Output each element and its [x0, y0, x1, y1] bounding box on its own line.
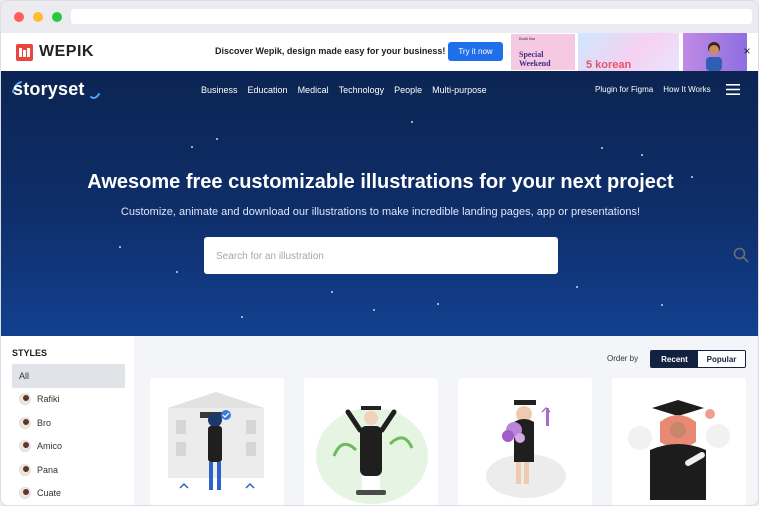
- bro-avatar-icon: [19, 416, 31, 429]
- ad-banner-bar: WEPIK Discover Wepik, design made easy f…: [1, 33, 758, 71]
- hamburger-menu-icon[interactable]: [726, 84, 740, 95]
- ad-card-small-label: Build Bar: [519, 36, 536, 41]
- browser-window: WEPIK Discover Wepik, design made easy f…: [0, 0, 759, 506]
- star-decoration: [331, 291, 333, 293]
- search-box: [204, 237, 749, 274]
- main-nav: Business Education Medical Technology Pe…: [201, 85, 487, 95]
- order-recent-button[interactable]: Recent: [651, 351, 698, 367]
- wepik-logo-icon: [16, 43, 33, 61]
- graduate-celebrating-illustration-icon: [316, 406, 428, 504]
- nav-item-multi-purpose[interactable]: Multi-purpose: [432, 85, 487, 95]
- style-item-label: Cuate: [37, 488, 62, 499]
- ad-card-korean: 5 korean: [578, 33, 679, 71]
- illustration-card[interactable]: [304, 378, 438, 505]
- star-decoration: [176, 271, 178, 273]
- style-list: All Rafiki Bro Amico Pana Cuate: [12, 364, 125, 505]
- amico-avatar-icon: [19, 440, 31, 453]
- style-item-label: Pana: [37, 464, 59, 475]
- styles-heading: STYLES: [12, 348, 48, 358]
- style-item-all[interactable]: All: [12, 364, 125, 388]
- wepik-logo[interactable]: WEPIK: [16, 43, 94, 61]
- style-item-pana[interactable]: Pana: [12, 458, 125, 482]
- pana-avatar-icon: [19, 463, 31, 476]
- graduate-building-illustration-icon: [168, 392, 264, 490]
- style-item-label: Rafiki: [37, 394, 60, 405]
- illustration-card[interactable]: [612, 378, 746, 505]
- style-item-amico[interactable]: Amico: [12, 435, 125, 459]
- nav-item-medical[interactable]: Medical: [298, 85, 329, 95]
- hero-subtitle: Customize, animate and download our illu…: [120, 206, 641, 218]
- search-input[interactable]: [216, 247, 516, 265]
- star-decoration: [373, 309, 375, 311]
- browser-chrome: [1, 1, 758, 33]
- star-decoration: [411, 121, 413, 123]
- illustration-card[interactable]: [458, 378, 592, 505]
- star-decoration: [641, 154, 643, 156]
- ad-message: Discover Wepik, design made easy for you…: [215, 46, 446, 56]
- style-item-bro[interactable]: Bro: [12, 411, 125, 435]
- rafiki-avatar-icon: [19, 393, 31, 406]
- try-it-now-button[interactable]: Try it now: [448, 42, 503, 61]
- ad-card-korean-title: 5 korean: [586, 59, 632, 71]
- minimize-window-button[interactable]: [33, 12, 43, 22]
- ad-card-person: [683, 33, 747, 71]
- address-bar[interactable]: [71, 9, 752, 24]
- order-popular-button[interactable]: Popular: [698, 351, 745, 367]
- close-window-button[interactable]: [14, 12, 24, 22]
- order-by-label: Order by: [607, 354, 639, 363]
- style-item-label: Bro: [37, 417, 52, 428]
- graduate-flowers-illustration-icon: [486, 400, 566, 498]
- style-item-cuate[interactable]: Cuate: [12, 482, 125, 506]
- nav-right: Plugin for Figma How It Works: [595, 85, 711, 94]
- nav-item-business[interactable]: Business: [201, 85, 238, 95]
- graduate-hijab-illustration-icon: [628, 400, 730, 500]
- ad-card-special-weekend: Build Bar Special Weekend: [511, 34, 575, 70]
- star-decoration: [216, 138, 218, 140]
- person-illustration-icon: [706, 42, 722, 71]
- nav-item-education[interactable]: Education: [248, 85, 288, 95]
- illustration-card[interactable]: [150, 378, 284, 505]
- nav-item-technology[interactable]: Technology: [339, 85, 385, 95]
- styles-sidebar: STYLES All Rafiki Bro Amico Pana Cuate: [1, 336, 134, 505]
- illustration-results: Order by Recent Popular: [134, 336, 758, 505]
- hero-section: storyset Business Education Medical Tech…: [1, 71, 758, 336]
- style-item-rafiki[interactable]: Rafiki: [12, 388, 125, 412]
- search-icon[interactable]: [733, 247, 749, 263]
- illustration-grid: [150, 378, 746, 505]
- nav-item-people[interactable]: People: [394, 85, 422, 95]
- close-ad-icon[interactable]: ×: [739, 43, 755, 59]
- order-toggle: Recent Popular: [650, 350, 746, 368]
- style-item-label: Amico: [37, 441, 63, 452]
- hero-title: Awesome free customizable illustrations …: [87, 171, 674, 193]
- plugin-for-figma-link[interactable]: Plugin for Figma: [595, 85, 653, 94]
- ad-card-title: Special Weekend: [519, 50, 551, 68]
- star-decoration: [241, 316, 243, 318]
- wepik-brand-text: WEPIK: [39, 43, 94, 60]
- star-decoration: [576, 286, 578, 288]
- style-item-label: All: [19, 370, 30, 381]
- star-decoration: [437, 303, 439, 305]
- storyset-logo[interactable]: storyset: [13, 79, 85, 100]
- ad-image-banner[interactable]: Build Bar Special Weekend 5 korean: [508, 33, 747, 71]
- star-decoration: [601, 147, 603, 149]
- how-it-works-link[interactable]: How It Works: [663, 85, 710, 94]
- star-decoration: [191, 146, 193, 148]
- cuate-avatar-icon: [19, 487, 31, 500]
- star-decoration: [119, 246, 121, 248]
- maximize-window-button[interactable]: [52, 12, 62, 22]
- star-decoration: [661, 304, 663, 306]
